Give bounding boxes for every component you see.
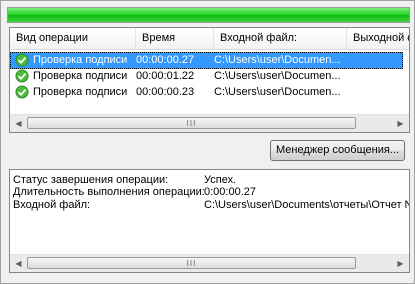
details-horizontal-scrollbar[interactable]: ◀ III ▶ — [10, 254, 409, 272]
list-horizontal-scrollbar[interactable]: ◀ III ▶ — [10, 114, 409, 132]
check-icon — [15, 85, 29, 99]
scroll-left-arrow-icon[interactable]: ◀ — [10, 115, 27, 132]
column-header-operation[interactable]: Вид операции — [10, 28, 136, 49]
table-row[interactable]: Проверка подписи 00:00:00.27 C:\Users\us… — [10, 52, 409, 69]
cell-operation: Проверка подписи — [33, 86, 128, 98]
operation-window: Вид операции Время Входной файл: Выходно… — [0, 0, 415, 284]
check-icon — [15, 69, 29, 83]
cell-input-file: C:\Users\user\Documen... — [214, 86, 341, 98]
cell-operation: Проверка подписи — [33, 70, 128, 82]
column-header-time[interactable]: Время — [136, 28, 214, 49]
cell-operation: Проверка подписи — [33, 54, 128, 66]
check-icon — [15, 53, 29, 67]
cell-time: 00:00:00.27 — [136, 54, 195, 66]
column-header-output-file[interactable]: Выходной ф — [347, 28, 409, 49]
input-file-value: C:\Users\user\Documents\отчеты\Отчет N — [204, 199, 410, 211]
operation-details-panel: Статус завершения операции: Успех. Длите… — [9, 169, 410, 273]
cell-time: 00:00:01.22 — [136, 70, 195, 82]
cell-time: 00:00:00.23 — [136, 86, 195, 98]
duration-value: 0:00:00.27 — [204, 186, 256, 198]
input-file-label: Входной файл: — [13, 199, 91, 211]
progress-fill — [8, 8, 409, 22]
scrollbar-thumb[interactable]: III — [27, 117, 356, 129]
scroll-left-arrow-icon[interactable]: ◀ — [10, 255, 27, 272]
table-row[interactable]: Проверка подписи 00:00:00.23 C:\Users\us… — [10, 84, 409, 100]
scrollbar-thumb[interactable]: III — [27, 257, 356, 269]
cell-input-file: C:\Users\user\Documen... — [214, 54, 341, 66]
operations-list[interactable]: Вид операции Время Входной файл: Выходно… — [9, 27, 410, 133]
cell-input-file: C:\Users\user\Documen... — [214, 70, 341, 82]
message-manager-button[interactable]: Менеджер сообщения... — [270, 140, 405, 161]
duration-label: Длительность выполнения операции: — [13, 186, 205, 198]
table-row[interactable]: Проверка подписи 00:00:01.22 C:\Users\us… — [10, 68, 409, 84]
column-header-input-file[interactable]: Входной файл: — [214, 28, 347, 49]
scroll-right-arrow-icon[interactable]: ▶ — [392, 255, 409, 272]
list-header: Вид операции Время Входной файл: Выходно… — [10, 28, 409, 50]
progress-bar — [7, 7, 410, 23]
scroll-right-arrow-icon[interactable]: ▶ — [392, 115, 409, 132]
